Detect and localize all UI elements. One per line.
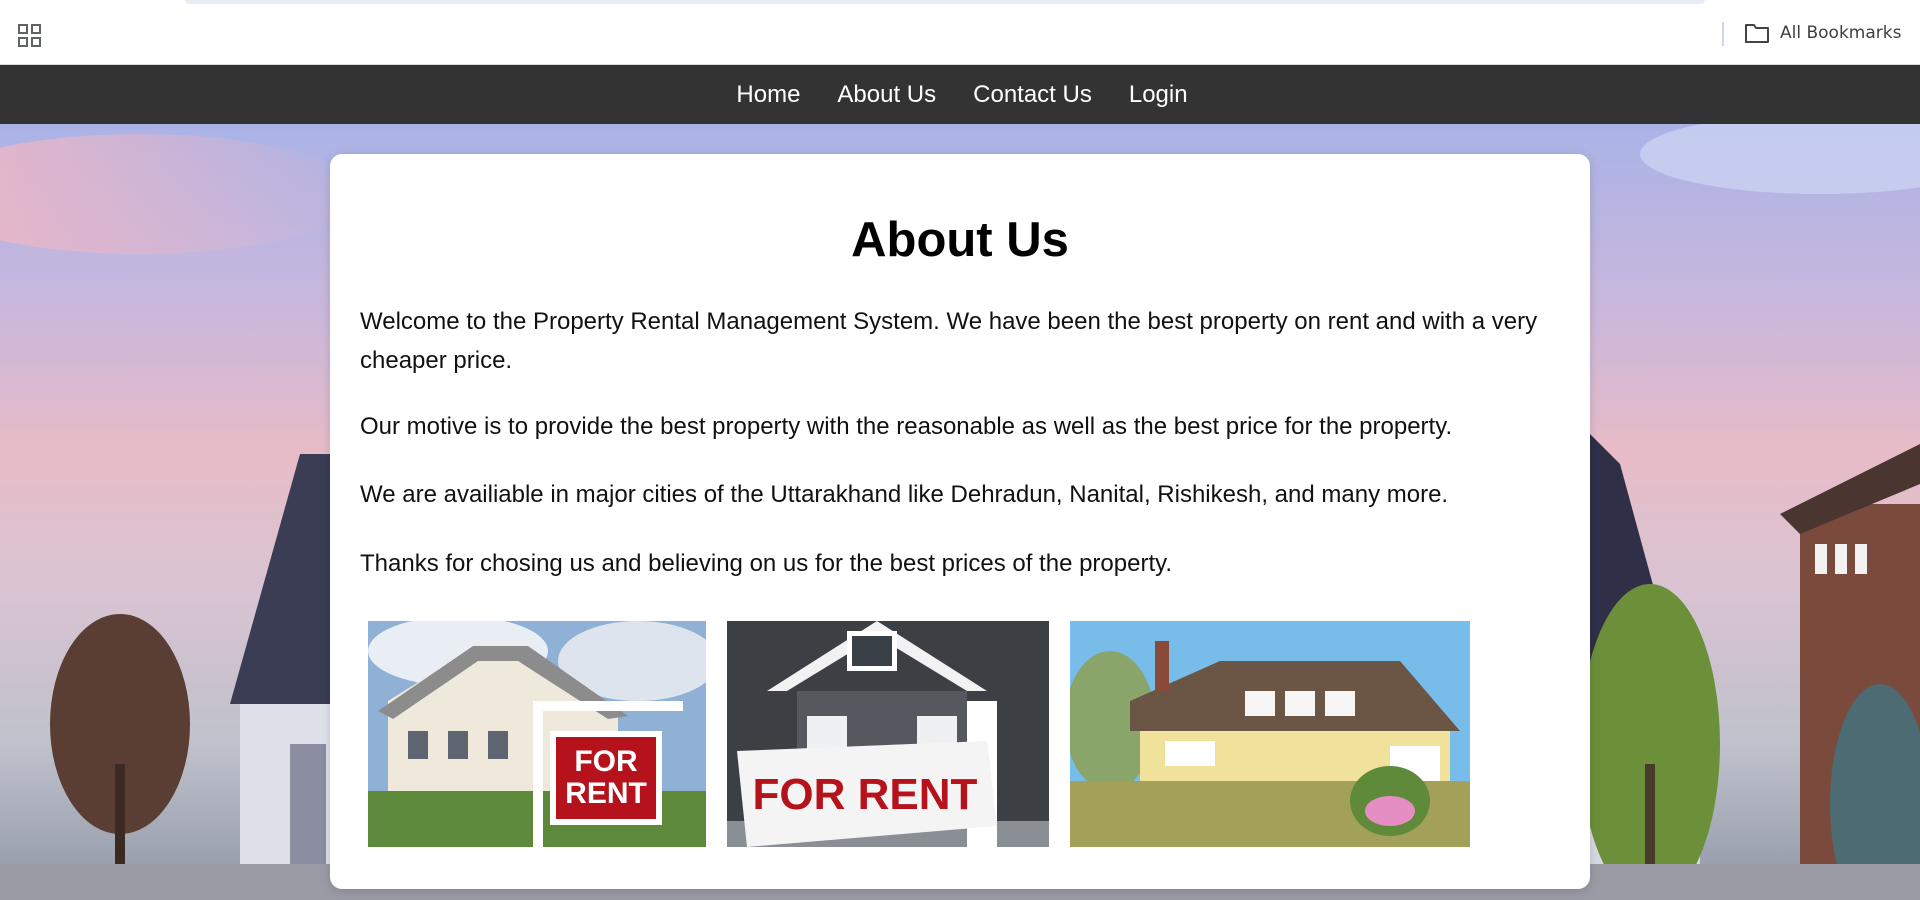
apps-grid-icon[interactable] [16,22,44,50]
sign-for-text: FOR [574,745,638,778]
address-bar-edge[interactable] [185,0,1705,4]
bookmarks-bar: All Bookmarks [0,0,1920,65]
sign-rent-text: RENT [565,777,647,810]
photo-house-for-rent-2: FOR RENT [727,621,1049,847]
nav-login-link[interactable]: Login [1129,81,1188,109]
all-bookmarks-label: All Bookmarks [1780,23,1902,43]
nav-contact-link[interactable]: Contact Us [973,81,1092,109]
bookmarks-separator [1722,22,1724,46]
about-paragraph-motive: Our motive is to provide the best proper… [360,413,1453,440]
photo-house-yellow [1070,621,1470,847]
about-paragraph-thanks: Thanks for chosing us and believing on u… [360,550,1173,577]
sign-for-rent-text: FOR RENT [753,770,978,819]
photo-house-for-rent-1: FOR RENT [368,621,706,847]
about-paragraph-welcome: Welcome to the Property Rental Managemen… [360,308,1538,374]
folder-icon [1745,24,1769,43]
nav-home-link[interactable]: Home [736,81,800,109]
site-nav: Home About Us Contact Us Login [0,65,1920,124]
about-paragraph-cities: We are availiable in major cities of the… [360,481,1449,508]
about-heading: About Us [851,213,1069,267]
nav-about-link[interactable]: About Us [837,81,936,109]
all-bookmarks-button[interactable]: All Bookmarks [1744,20,1901,46]
